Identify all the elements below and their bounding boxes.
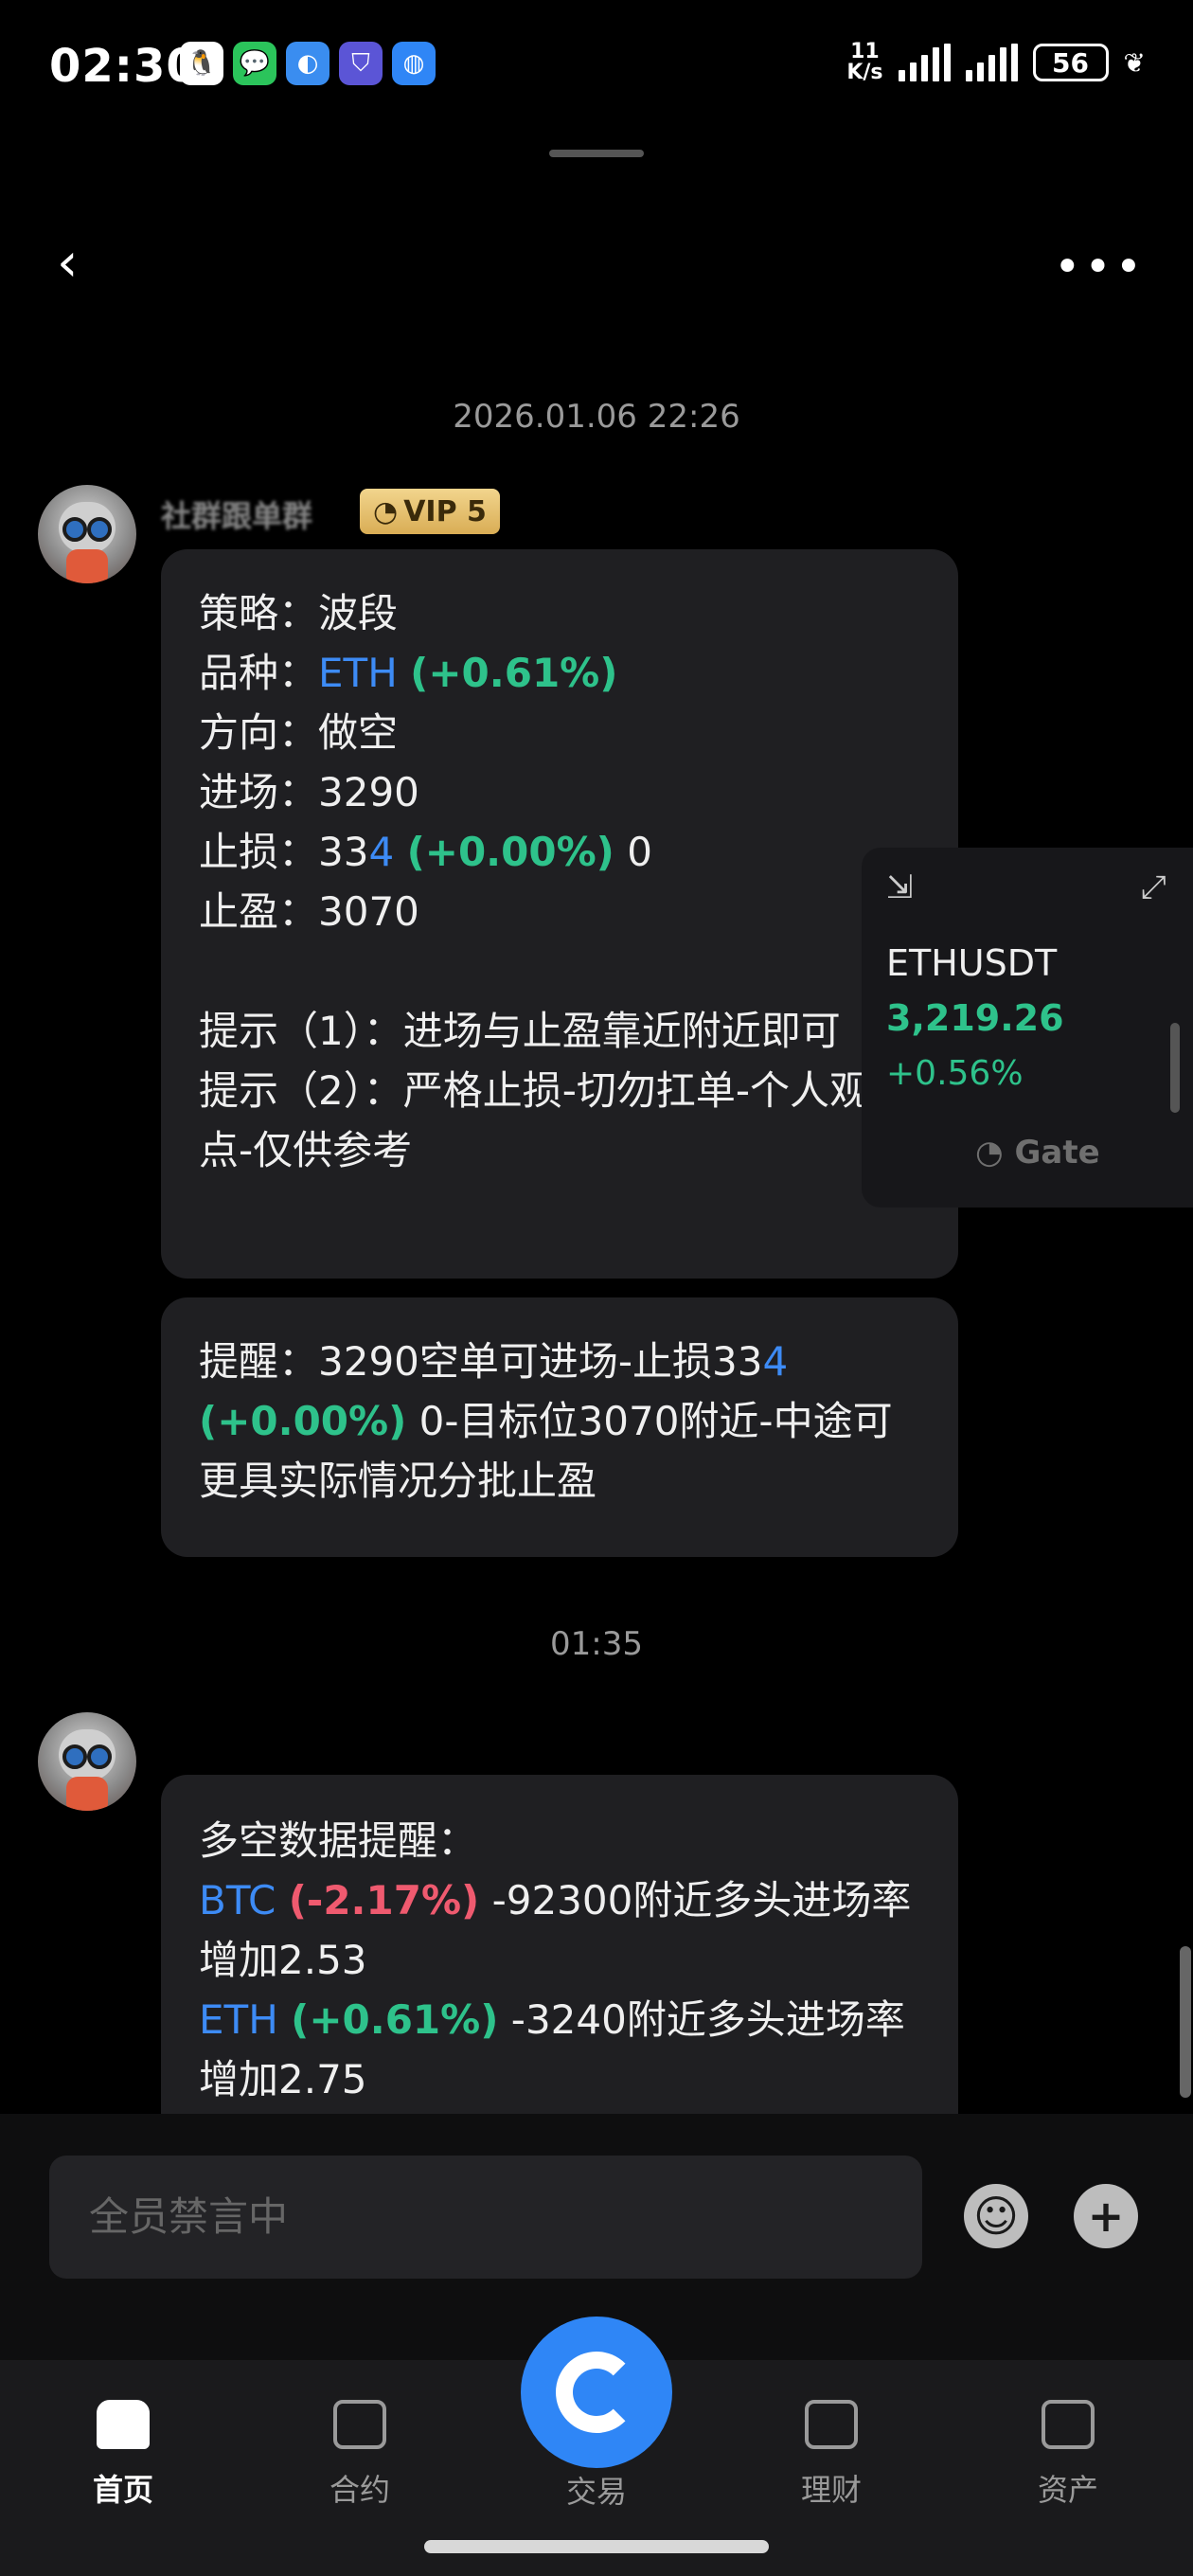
qq-icon: 🐧	[180, 42, 223, 85]
strategy-line: 策略：波段	[199, 590, 399, 636]
entry-line: 进场：3290	[199, 769, 419, 815]
eth-link[interactable]: ETH	[199, 1996, 278, 2043]
eth-line: ETH (+0.61%) -3240附近多头进场率增加2.75	[199, 1996, 905, 2102]
btc-link[interactable]: BTC	[199, 1877, 276, 1923]
stop-link[interactable]: 4	[763, 1338, 789, 1385]
battery-icon: 56	[1032, 44, 1109, 81]
signal-2-icon	[965, 44, 1018, 81]
home-icon	[97, 2400, 150, 2449]
avatar[interactable]	[38, 485, 136, 583]
home-indicator[interactable]	[424, 2540, 769, 2553]
avatar[interactable]	[38, 1712, 136, 1811]
ticker-price: 3,219.26	[886, 997, 1064, 1039]
browser-icon: ◍	[392, 42, 436, 85]
chart-icon	[333, 2400, 386, 2449]
plus-icon[interactable]: +	[1074, 2184, 1138, 2248]
wechat-icon: 💬	[233, 42, 276, 85]
eth-change: (+0.61%)	[291, 1996, 499, 2043]
message-bubble: 策略：波段 品种：ETH (+0.61%) 方向：做空 进场：3290 止损：3…	[161, 549, 958, 1279]
stop-change: (+0.00%)	[406, 829, 614, 875]
ticker-pair: ETHUSDT	[886, 942, 1058, 984]
pair-line: 品种：ETH (+0.61%)	[199, 650, 618, 696]
tip-1: 提示（1）：进场与止盈靠近附近即可	[199, 1008, 841, 1054]
trade-button[interactable]	[521, 2317, 672, 2468]
status-time: 02:30	[49, 40, 199, 93]
chat-screen: 02:30 🐧 💬 ◐ ⛉ ◍ 11 K/s 56 ❦ ‹ ••• 2026.0	[0, 0, 1193, 2576]
sheet-grabber[interactable]	[549, 150, 644, 157]
nav-finance[interactable]: 理财	[765, 2400, 898, 2510]
message-title: 多空数据提醒：	[199, 1817, 478, 1864]
net-speed: 11 K/s	[846, 40, 883, 84]
stop-change: (+0.00%)	[199, 1398, 407, 1444]
message-bubble: 多空数据提醒： BTC (-2.17%) -92300附近多头进场率增加2.53…	[161, 1775, 958, 2114]
nav-trade-label: 交易	[565, 2474, 627, 2510]
vip-badge: ◔ VIP 5	[360, 489, 500, 534]
gate-logo-icon	[556, 2352, 637, 2433]
tip-2: 提示（2）：严格止损-切勿扛单-个人观点-仅供参考	[199, 1067, 870, 1173]
btc-change: (-2.17%)	[288, 1877, 480, 1923]
nav-home[interactable]: 首页	[57, 2400, 189, 2510]
notification-icons: 🐧 💬 ◐ ⛉ ◍	[180, 42, 436, 85]
timestamp: 2026.01.06 22:26	[453, 398, 740, 436]
gate-logo-icon: ◔	[373, 494, 399, 528]
chevron-left-icon[interactable]: ‹	[57, 237, 95, 294]
sender-name: 社群跟单群	[161, 498, 313, 534]
collapse-icon[interactable]: ⇲	[886, 868, 914, 906]
stop-link[interactable]: 4	[368, 829, 394, 875]
status-right: 11 K/s 56 ❦	[846, 42, 1146, 83]
reminder-text: 提醒：3290空单可进场-止损334 (+0.00%) 0-目标位3070附近-…	[199, 1338, 893, 1504]
take-profit-line: 止盈：3070	[199, 888, 419, 935]
ticker-scrollbar[interactable]	[1170, 1023, 1180, 1113]
ticker-change: +0.56%	[886, 1054, 1024, 1093]
direction-line: 方向：做空	[199, 709, 399, 756]
nav-contract[interactable]: 合约	[294, 2400, 426, 2510]
stop-loss-line: 止损：334 (+0.00%) 0	[199, 829, 652, 875]
message-input[interactable]: 全员禁言中	[49, 2156, 922, 2279]
expand-icon[interactable]: ⤢	[1141, 868, 1166, 906]
message-bubble: 提醒：3290空单可进场-止损334 (+0.00%) 0-目标位3070附近-…	[161, 1297, 958, 1557]
signal-icon	[898, 44, 951, 81]
nav-assets[interactable]: 资产	[1002, 2400, 1134, 2510]
chat-scrollbar[interactable]	[1180, 1946, 1191, 2098]
emoji-icon[interactable]: ☺	[964, 2184, 1028, 2248]
gate-logo: ◔ Gate	[975, 1134, 1100, 1172]
btc-line: BTC (-2.17%) -92300附近多头进场率增加2.53	[199, 1877, 912, 1983]
more-dots-icon[interactable]: •••	[1054, 244, 1146, 290]
finance-icon	[805, 2400, 858, 2449]
pair-change: (+0.61%)	[410, 650, 618, 696]
price-ticker-widget[interactable]: ⇲ ⤢ ETHUSDT 3,219.26 +0.56% ◔ Gate	[862, 848, 1193, 1208]
shield-app-icon: ⛉	[339, 42, 383, 85]
leaf-icon: ❦	[1123, 46, 1146, 79]
status-bar: 02:30 🐧 💬 ◐ ⛉ ◍ 11 K/s 56 ❦	[0, 0, 1193, 142]
app-icon: ◐	[286, 42, 329, 85]
wallet-icon	[1042, 2400, 1095, 2449]
pair-link[interactable]: ETH	[318, 650, 398, 696]
timestamp: 01:35	[550, 1625, 643, 1663]
